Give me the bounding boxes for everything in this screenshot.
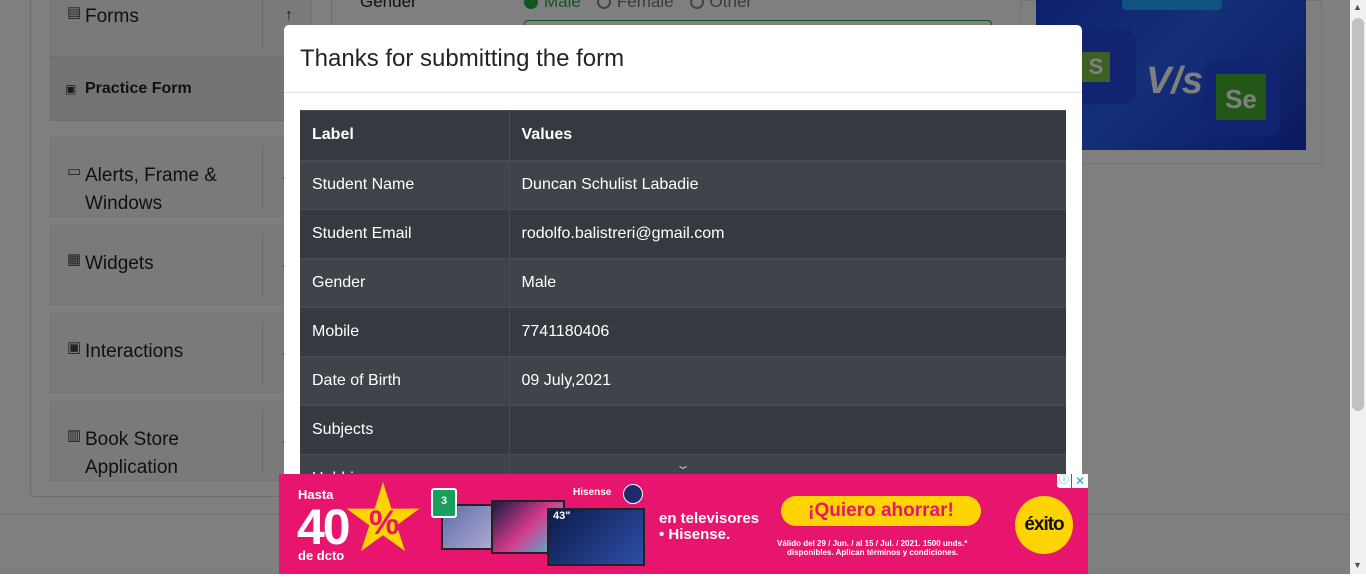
- table-row: Mobile 7741180406: [300, 307, 1066, 357]
- table-row: Date of Birth 09 July,2021: [300, 356, 1066, 406]
- ad-brand: Hisense: [573, 487, 612, 498]
- ad-line1: en televisores: [659, 510, 760, 527]
- bottom-ad-banner[interactable]: Hasta 40 % de dcto 3 Hisense 43" en tele…: [279, 474, 1088, 574]
- row-value: 7741180406: [509, 307, 1066, 357]
- table-row: Gender Male: [300, 258, 1066, 308]
- exito-logo: éxito: [1015, 496, 1073, 554]
- ad-badge: 3: [431, 488, 457, 518]
- psg-logo-icon: [623, 484, 643, 504]
- table-header-row: Label Values: [300, 110, 1066, 162]
- row-value: [509, 405, 1066, 455]
- row-label: Mobile: [300, 307, 510, 357]
- modal-title: Thanks for submitting the form: [300, 44, 625, 72]
- row-label: Date of Birth: [300, 356, 510, 406]
- ad-line2: • Hisense.: [659, 526, 731, 543]
- row-label: Student Email: [300, 209, 510, 259]
- ad-percent-sign: %: [369, 504, 400, 542]
- table-row: Student Email rodolfo.balistreri@gmail.c…: [300, 209, 1066, 259]
- ad-close-icon[interactable]: ✕: [1072, 474, 1088, 488]
- ad-size: 43": [553, 510, 571, 522]
- row-value: Male: [509, 258, 1066, 308]
- scroll-up-icon[interactable]: ▲: [1353, 2, 1362, 12]
- chevron-down-icon: ⌄: [674, 458, 692, 472]
- ad-dcto-text: de dcto: [298, 548, 345, 563]
- column-header-label: Label: [300, 110, 510, 162]
- modal-header: Thanks for submitting the form: [284, 25, 1082, 93]
- row-value: Duncan Schulist Labadie: [509, 160, 1066, 210]
- ad-info-icon[interactable]: ⓘ: [1057, 474, 1071, 488]
- results-table: Label Values Student Name Duncan Schulis…: [300, 110, 1066, 504]
- column-header-values: Values: [509, 110, 1066, 162]
- row-label: Subjects: [300, 405, 510, 455]
- ad-cta-button[interactable]: ¡Quiero ahorrar!: [781, 496, 981, 526]
- table-row: Student Name Duncan Schulist Labadie: [300, 160, 1066, 210]
- row-label: Gender: [300, 258, 510, 308]
- ad-fine-print: disponibles. Aplican términos y condicio…: [787, 548, 959, 557]
- row-value: rodolfo.balistreri@gmail.com: [509, 209, 1066, 259]
- row-value: 09 July,2021: [509, 356, 1066, 406]
- scroll-down-icon[interactable]: ▼: [1353, 560, 1362, 570]
- row-label: Student Name: [300, 160, 510, 210]
- ad-fine-print: Válido del 29 / Jun. / al 15 / Jul. / 20…: [777, 539, 968, 548]
- table-row: Subjects: [300, 405, 1066, 455]
- scrollbar-thumb[interactable]: [1352, 18, 1364, 411]
